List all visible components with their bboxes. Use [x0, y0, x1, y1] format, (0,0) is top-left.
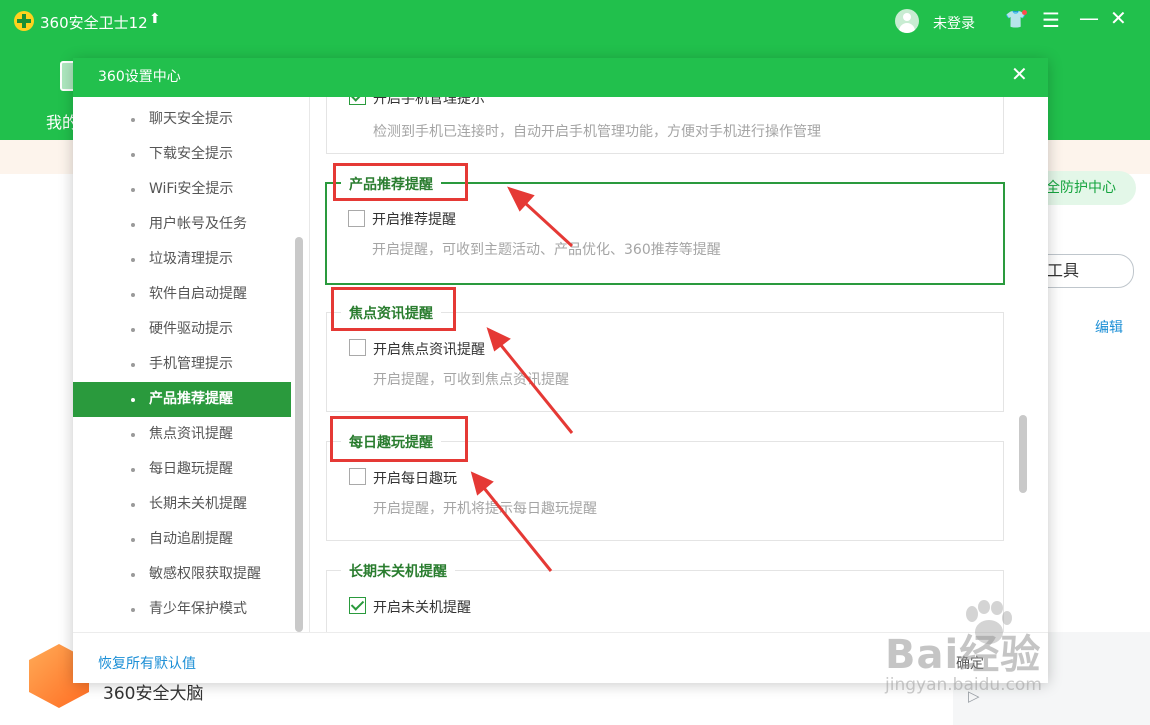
arrow-product: [522, 200, 574, 248]
arrowhead-focus: [486, 327, 511, 352]
watermark-brand: Bai经验: [885, 632, 1042, 678]
arrow-focus: [498, 343, 574, 434]
watermark-url: jingyan.baidu.com: [885, 675, 1042, 695]
arrowhead-daily: [470, 471, 494, 496]
arrow-daily: [482, 487, 553, 572]
